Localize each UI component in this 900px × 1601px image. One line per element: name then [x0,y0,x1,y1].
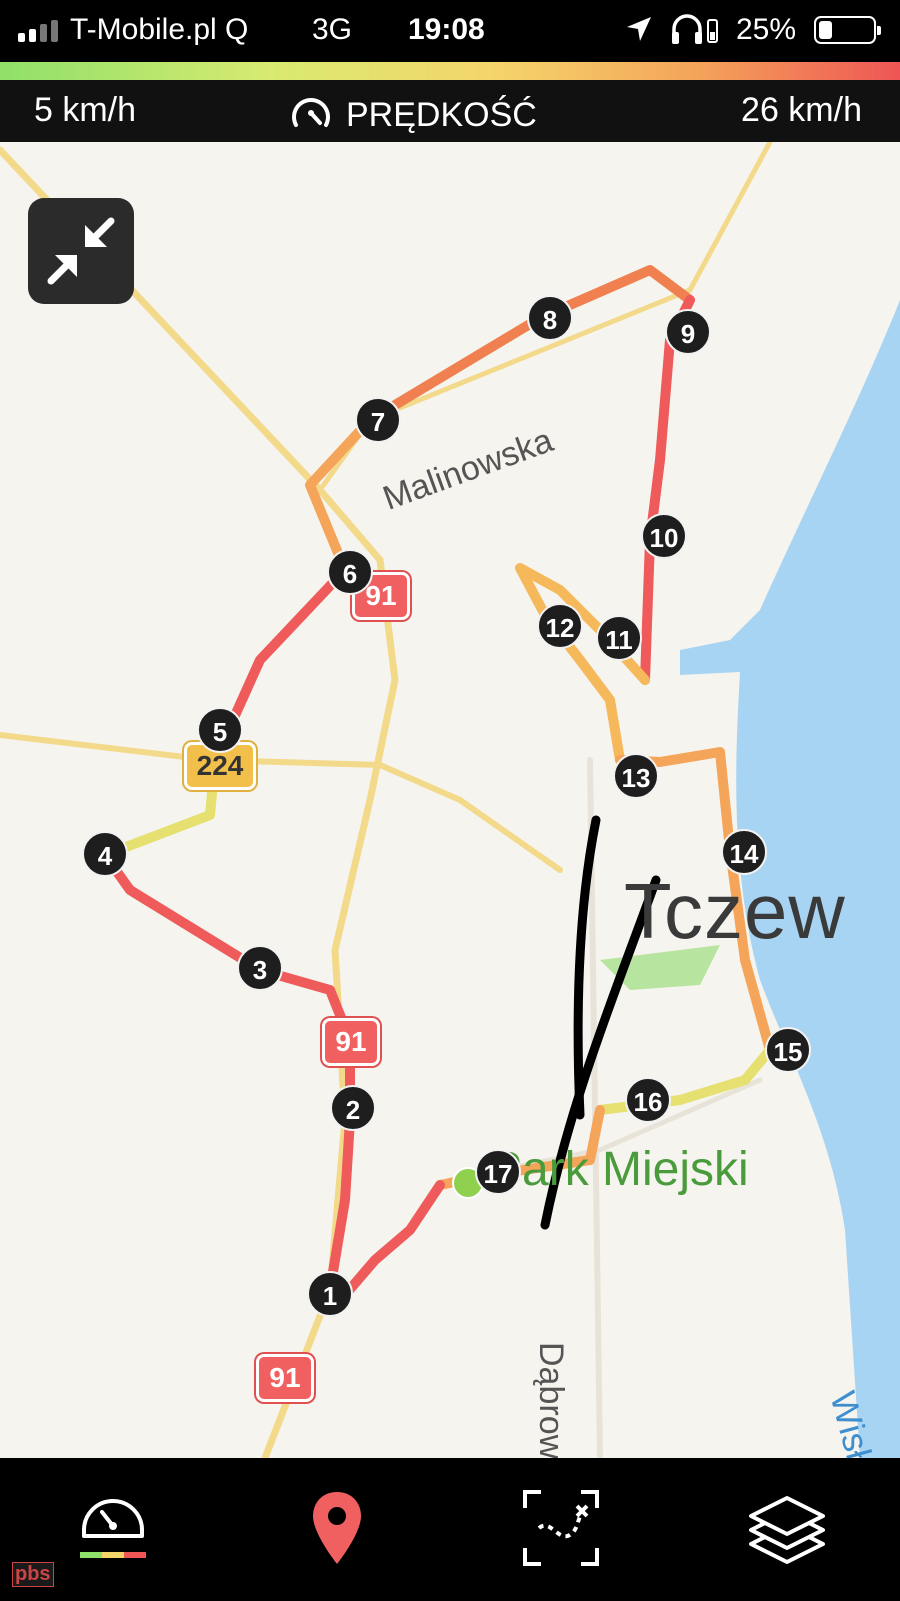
city-label: Tczew [624,867,846,955]
speed-tab-button[interactable] [58,1478,168,1578]
status-time: 19:08 [408,13,485,46]
speed-title: PRĘDKOŚĆ [346,96,537,134]
route-marker[interactable]: 13 [613,753,659,799]
road-badge: 91 [256,1354,314,1402]
route-marker[interactable]: 11 [596,615,642,661]
speed-header: 5 km/h PRĘDKOŚĆ 26 km/h [0,80,900,142]
battery-percent: 25% [736,13,797,46]
map-canvas [0,142,900,1458]
location-arrow-icon [624,14,654,52]
bottom-toolbar [0,1458,900,1601]
watermark-logo: pbs [12,1562,54,1587]
route-marker[interactable]: 17 [475,1149,521,1195]
route-marker[interactable]: 14 [721,829,767,875]
fit-route-button[interactable] [506,1478,616,1578]
headphones-icon [670,14,720,54]
map-tab-button[interactable] [282,1478,392,1578]
speed-title-group: PRĘDKOŚĆ [290,91,537,140]
route-marker[interactable]: 7 [355,397,401,443]
route-segment [365,265,695,425]
route-marker[interactable]: 3 [237,945,283,991]
route-segment [515,563,650,765]
route-marker[interactable]: 6 [327,549,373,595]
layers-button[interactable] [732,1478,842,1578]
route-segment [305,415,375,575]
carrier-name: T-Mobile.pl Q [70,13,249,46]
route-marker[interactable]: 9 [665,309,711,355]
map-pin-icon [313,1492,361,1564]
speedometer-icon [80,1499,146,1558]
road-badge: 91 [322,1018,380,1066]
route-marker[interactable]: 15 [765,1027,811,1073]
speed-max-value: 26 km/h [741,91,862,129]
map-view[interactable]: Tczew Park Miejski Malinowska Dąbrowska … [0,142,900,1458]
park-label: Park Miejski [490,1143,749,1196]
route-segment [100,850,355,1045]
speed-gradient-legend [0,62,900,80]
route-marker[interactable]: 12 [537,603,583,649]
battery-icon [814,16,881,44]
layers-icon [749,1496,825,1564]
route-fit-icon [523,1490,599,1566]
street-label: Dąbrowska [532,1342,570,1458]
route-segment [340,1180,445,1300]
collapse-map-button[interactable] [28,198,134,304]
speed-min-value: 5 km/h [34,91,137,129]
route-marker[interactable]: 4 [82,831,128,877]
status-bar: T-Mobile.pl Q 3G 19:08 25% [0,0,900,62]
route-marker[interactable]: 16 [625,1077,671,1123]
collapse-arrows-icon [47,217,115,285]
route-marker[interactable]: 1 [307,1271,353,1317]
route-marker[interactable]: 8 [527,295,573,341]
route-segment [640,295,695,685]
signal-icon [18,20,58,42]
route-marker[interactable]: 5 [197,707,243,753]
route-marker[interactable]: 2 [330,1085,376,1131]
network-type: 3G [312,13,353,46]
speedometer-icon [290,91,332,140]
route-marker[interactable]: 10 [641,513,687,559]
